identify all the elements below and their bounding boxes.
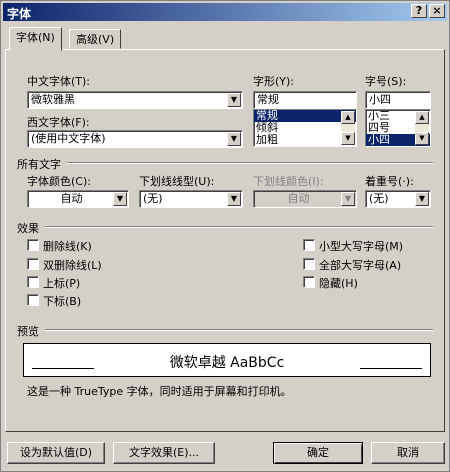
chinese-font-label: 中文字体(T):: [27, 75, 91, 88]
style-label: 字形(Y):: [253, 75, 295, 88]
emphasis-combo[interactable]: (无) ▼: [365, 190, 431, 208]
subscript-label[interactable]: 下标(B): [43, 293, 81, 309]
effects-section-label: 效果: [17, 222, 39, 235]
ok-button[interactable]: 确定: [273, 442, 363, 464]
small-caps-checkbox[interactable]: [303, 239, 315, 251]
font-color-combo[interactable]: 自动 ▼: [27, 190, 129, 208]
preview-sample-text: 微软卓越 AaBbCc: [169, 355, 285, 371]
text-effects-button[interactable]: 文字效果(E)...: [113, 442, 215, 464]
emphasis-label: 着重号(·):: [365, 175, 414, 188]
chevron-down-icon[interactable]: ▼: [227, 132, 241, 146]
cancel-button[interactable]: 取消: [371, 442, 445, 464]
size-list[interactable]: 小三 四号 小四 ▲ ▼: [365, 109, 431, 147]
hidden-checkbox[interactable]: [303, 276, 315, 288]
size-input[interactable]: 小四: [365, 91, 431, 109]
divider: [67, 162, 433, 164]
baseline-line: [360, 368, 422, 369]
chevron-up-icon[interactable]: ▲: [341, 111, 355, 124]
divider: [45, 329, 433, 331]
strikethrough-checkbox[interactable]: [27, 239, 39, 251]
tab-font[interactable]: 字体(N): [9, 27, 62, 51]
scrollbar[interactable]: ▲ ▼: [341, 111, 355, 145]
divider: [45, 226, 433, 228]
western-font-label: 西文字体(F):: [27, 116, 90, 129]
scrollbar[interactable]: ▲ ▼: [415, 111, 429, 145]
chevron-down-icon[interactable]: ▼: [341, 132, 355, 145]
all-text-section-label: 所有文字: [17, 158, 61, 171]
preview-section-label: 预览: [17, 325, 39, 338]
double-strikethrough-checkbox[interactable]: [27, 258, 39, 270]
chevron-down-icon[interactable]: ▼: [415, 132, 429, 145]
underline-color-label: 下划线颜色(I):: [253, 175, 324, 188]
title-bar[interactable]: 字体 ? ×: [3, 3, 447, 21]
close-button[interactable]: ×: [429, 4, 445, 18]
style-input[interactable]: 常规: [253, 91, 357, 109]
font-color-label: 字体颜色(C):: [27, 175, 91, 188]
preview-description: 这是一种 TrueType 字体，同时适用于屏幕和打印机。: [27, 385, 292, 398]
underline-type-label: 下划线线型(U):: [139, 175, 215, 188]
chinese-font-combo[interactable]: 微软雅黑 ▼: [27, 91, 243, 109]
superscript-checkbox[interactable]: [27, 276, 39, 288]
hidden-label[interactable]: 隐藏(H): [319, 275, 358, 291]
tab-advanced[interactable]: 高级(V): [69, 29, 122, 49]
subscript-checkbox[interactable]: [27, 294, 39, 306]
all-caps-checkbox[interactable]: [303, 258, 315, 270]
help-button[interactable]: ?: [411, 4, 427, 18]
western-font-value: (使用中文字体): [31, 132, 106, 145]
strikethrough-label[interactable]: 删除线(K): [43, 238, 92, 254]
underline-color-combo[interactable]: 自动 ▼: [253, 190, 357, 208]
chevron-down-icon[interactable]: ▼: [227, 192, 241, 206]
size-label: 字号(S):: [365, 75, 407, 88]
size-value: 小四: [369, 93, 391, 106]
double-strikethrough-label[interactable]: 双删除线(L): [43, 257, 102, 273]
western-font-combo[interactable]: (使用中文字体) ▼: [27, 130, 243, 148]
underline-color-value: 自动: [287, 192, 310, 205]
chinese-font-value: 微软雅黑: [31, 93, 75, 106]
font-color-value: 自动: [60, 192, 83, 205]
chevron-down-icon[interactable]: ▼: [113, 192, 127, 206]
chevron-up-icon[interactable]: ▲: [415, 111, 429, 124]
style-list[interactable]: 常规 倾斜 加粗 ▲ ▼: [253, 109, 357, 147]
chevron-down-icon[interactable]: ▼: [415, 192, 429, 206]
style-value: 常规: [257, 93, 279, 106]
set-default-button[interactable]: 设为默认值(D): [7, 442, 105, 464]
chevron-down-icon[interactable]: ▼: [227, 93, 241, 107]
font-dialog: 字体 ? × 字体(N) 高级(V) 中文字体(T): 微软雅黑 ▼ 西文字体(…: [0, 0, 450, 472]
small-caps-label[interactable]: 小型大写字母(M): [319, 238, 403, 254]
chevron-down-icon[interactable]: ▼: [341, 192, 355, 206]
preview-box: 微软卓越 AaBbCc: [23, 343, 431, 377]
all-caps-label[interactable]: 全部大写字母(A): [319, 257, 401, 273]
superscript-label[interactable]: 上标(P): [43, 275, 80, 291]
underline-type-value: (无): [143, 192, 163, 205]
underline-type-combo[interactable]: (无) ▼: [139, 190, 243, 208]
window-title: 字体: [7, 7, 32, 21]
emphasis-value: (无): [369, 192, 389, 205]
